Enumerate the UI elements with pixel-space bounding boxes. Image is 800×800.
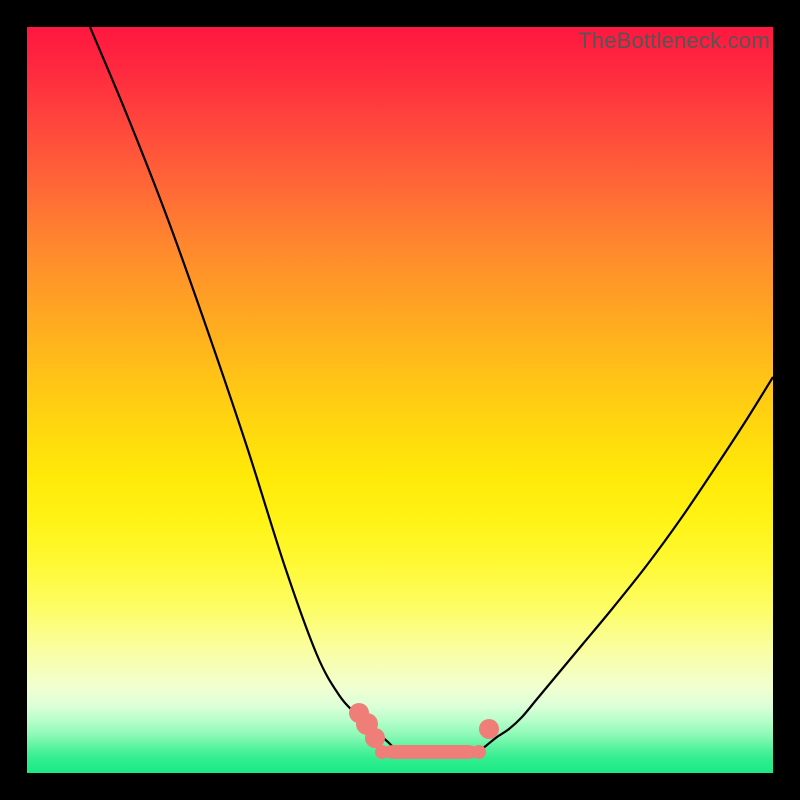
watermark-text: TheBottleneck.com (578, 28, 770, 54)
data-marker-pill-cap (375, 745, 389, 759)
data-marker-pill-cap (472, 745, 486, 759)
chart-frame: TheBottleneck.com (0, 0, 800, 800)
curve-layer (27, 27, 773, 773)
left-bottleneck-curve (90, 27, 399, 753)
data-marker-pill (382, 745, 479, 759)
data-marker-dot (479, 719, 499, 739)
data-markers (349, 703, 499, 759)
right-bottleneck-curve (477, 377, 773, 753)
